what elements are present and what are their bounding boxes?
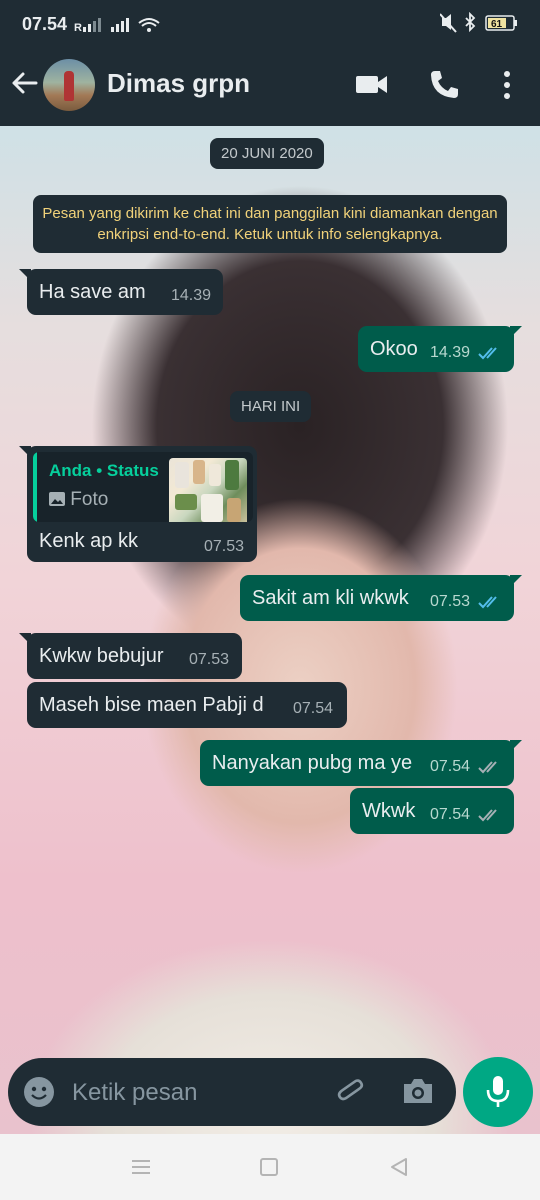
battery-bluetooth-mute-icons: 61 xyxy=(439,11,517,33)
home-icon[interactable] xyxy=(259,1157,279,1182)
message-outgoing[interactable]: Wkwk 07.54 xyxy=(350,788,514,834)
svg-text:R: R xyxy=(74,22,82,34)
message-text: Sakit am kli wkwk xyxy=(252,587,409,609)
video-call-icon[interactable] xyxy=(354,68,390,105)
photo-icon xyxy=(49,492,65,506)
message-text: Ha save am xyxy=(39,281,146,303)
message-incoming-reply[interactable]: Anda • Status Foto Kenk ap kk 07.53 xyxy=(19,446,257,562)
voice-call-icon[interactable] xyxy=(427,68,461,107)
date-chip: HARI INI xyxy=(230,391,312,422)
camera-icon[interactable] xyxy=(401,1076,435,1111)
read-ticks-icon xyxy=(478,347,497,360)
more-vert-icon[interactable] xyxy=(497,68,517,107)
message-input[interactable]: Ketik pesan xyxy=(72,1079,197,1107)
back-nav-icon[interactable] xyxy=(388,1156,410,1183)
status-right-icons: 61 xyxy=(439,11,520,39)
date-chip: 20 JUNI 2020 xyxy=(210,138,324,169)
message-composer[interactable]: Ketik pesan xyxy=(8,1058,456,1126)
status-thumbnail xyxy=(169,458,247,522)
message-time: 07.53 xyxy=(189,651,230,668)
message-time: 14.39 xyxy=(430,344,471,361)
message-incoming[interactable]: Kwkw bebujur 07.53 xyxy=(19,633,242,679)
mic-button[interactable] xyxy=(463,1057,533,1127)
message-outgoing[interactable]: Sakit am kli wkwk 07.53 xyxy=(240,575,522,621)
message-incoming[interactable]: Ha save am 14.39 xyxy=(19,269,223,315)
encryption-notice[interactable]: Pesan yang dikirim ke chat ini dan pangg… xyxy=(33,195,507,253)
message-time: 07.53 xyxy=(204,538,245,555)
message-text: Nanyakan pubg ma ye xyxy=(212,752,413,774)
message-time: 07.54 xyxy=(293,700,334,717)
whatsapp-chat-screen: 07.54 R 61 Dimas grpn 20 JUNI 2020 Pesan… xyxy=(0,0,540,1200)
back-arrow-icon[interactable] xyxy=(8,66,42,100)
contact-name[interactable]: Dimas grpn xyxy=(107,68,250,99)
message-text: Kwkw bebujur xyxy=(39,645,164,667)
message-outgoing[interactable]: Okoo 14.39 xyxy=(358,326,522,372)
emoji-icon[interactable] xyxy=(22,1075,56,1114)
message-text: Kenk ap kk xyxy=(39,530,138,552)
message-outgoing[interactable]: Nanyakan pubg ma ye 07.54 xyxy=(200,740,522,786)
message-incoming[interactable]: Maseh bise maen Pabji d 07.54 xyxy=(27,682,347,728)
read-ticks-icon xyxy=(478,596,497,609)
signal-wifi-icons: R xyxy=(74,18,160,34)
message-time: 07.53 xyxy=(430,593,471,610)
mic-icon xyxy=(484,1074,512,1115)
message-time: 07.54 xyxy=(430,758,471,775)
chat-header: Dimas grpn xyxy=(0,42,540,126)
system-nav-bar xyxy=(0,1134,540,1200)
message-text: Wkwk xyxy=(362,800,416,822)
quoted-status[interactable]: Anda • Status Foto xyxy=(33,452,253,522)
avatar[interactable] xyxy=(43,59,95,111)
message-text: Okoo xyxy=(370,338,418,360)
attach-icon[interactable] xyxy=(334,1075,368,1114)
delivered-ticks-icon xyxy=(478,809,497,822)
message-time: 14.39 xyxy=(171,287,212,304)
recent-apps-icon[interactable] xyxy=(130,1158,152,1181)
delivered-ticks-icon xyxy=(478,761,497,774)
message-text: Maseh bise maen Pabji d xyxy=(39,694,264,716)
status-time: 07.54 xyxy=(22,14,68,34)
status-bar: 07.54 R 61 xyxy=(0,0,540,42)
status-left-icons: R xyxy=(74,16,164,39)
svg-text:61: 61 xyxy=(491,19,503,30)
quote-type: Foto xyxy=(49,489,108,511)
quote-author-line: Anda • Status xyxy=(49,461,159,480)
message-time: 07.54 xyxy=(430,806,471,823)
